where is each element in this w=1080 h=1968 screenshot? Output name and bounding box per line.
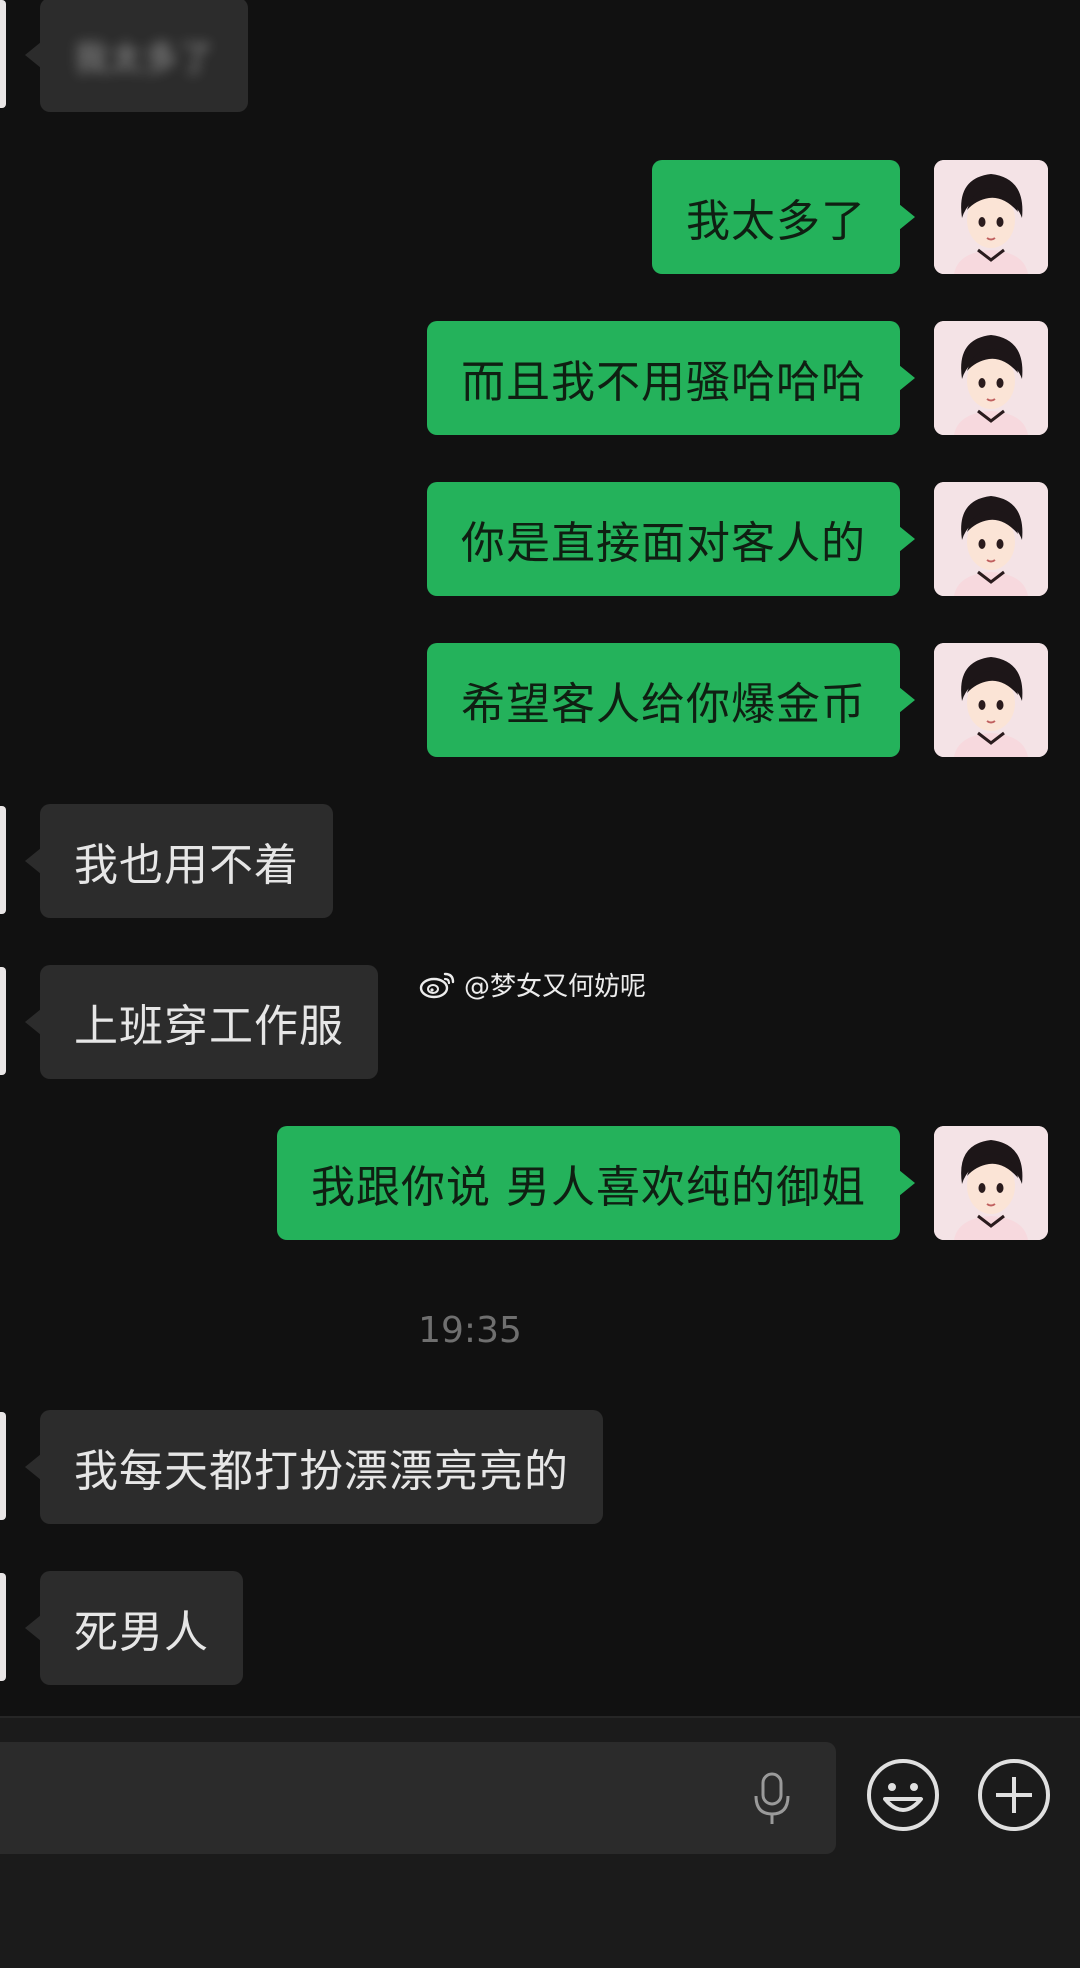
bubble-tail [899, 1170, 915, 1196]
user-avatar[interactable] [934, 321, 1048, 435]
anime-girl-avatar-icon [934, 1126, 1048, 1240]
message-bubble-outgoing[interactable]: 你是直接面对客人的 [427, 482, 915, 596]
contact-avatar[interactable] [0, 1412, 6, 1520]
message-bubble-incoming[interactable]: 上班穿工作服 [25, 965, 378, 1079]
plus-icon[interactable] [976, 1757, 1052, 1833]
message-row: 我太多了 [0, 160, 1080, 274]
message-text: 我每天都打扮漂漂亮亮的 [74, 1446, 569, 1497]
user-avatar[interactable] [934, 160, 1048, 274]
message-text: 希望客人给你爆金币 [461, 679, 866, 730]
message-timestamp: 19:35 [418, 1310, 522, 1351]
weibo-watermark: @梦女又何妨呢 [418, 964, 646, 1004]
message-row: 我跟你说 男人喜欢纯的御姐 [0, 1126, 1080, 1240]
message-row: 你是直接面对客人的 [0, 482, 1080, 596]
watermark-text: @梦女又何妨呢 [464, 971, 647, 1002]
anime-girl-avatar-icon [934, 482, 1048, 596]
message-text: 上班穿工作服 [74, 1001, 344, 1052]
message-bubble-outgoing[interactable]: 而且我不用骚哈哈哈 [427, 321, 915, 435]
bubble-tail [25, 1454, 41, 1480]
message-bubble-outgoing[interactable]: 希望客人给你爆金币 [427, 643, 915, 757]
bubble-tail [25, 1615, 41, 1641]
weibo-logo-icon [419, 972, 455, 999]
message-bubble-incoming[interactable]: 我每天都打扮漂漂亮亮的 [25, 1410, 603, 1524]
contact-avatar[interactable] [0, 967, 6, 1075]
message-bubble-incoming[interactable]: 我也用不着 [25, 804, 333, 918]
microphone-icon[interactable] [750, 1770, 794, 1830]
bubble-tail [25, 848, 41, 874]
message-bubble-outgoing[interactable]: 我太多了 [652, 160, 915, 274]
message-text: 我太多了 [74, 38, 214, 79]
message-row: 我也用不着 [0, 804, 1080, 918]
chat-area[interactable]: 我太多了 我太多了 而且我不用骚哈哈哈 你是直接面对客人的 希望客人给你爆金币 … [0, 0, 1080, 1716]
message-row: 希望客人给你爆金币 [0, 643, 1080, 757]
bubble-tail [899, 687, 915, 713]
bubble-tail [25, 42, 41, 68]
anime-girl-avatar-icon [934, 643, 1048, 757]
bubble-tail [899, 204, 915, 230]
message-bubble-outgoing[interactable]: 我跟你说 男人喜欢纯的御姐 [277, 1126, 915, 1240]
message-text: 我太多了 [686, 196, 866, 247]
message-row: 死男人 [0, 1571, 1080, 1685]
anime-girl-avatar-icon [934, 321, 1048, 435]
user-avatar[interactable] [934, 643, 1048, 757]
message-text: 我也用不着 [74, 840, 299, 891]
contact-avatar[interactable] [0, 0, 6, 108]
message-bubble-incoming[interactable]: 我太多了 [25, 0, 248, 112]
user-avatar[interactable] [934, 1126, 1048, 1240]
message-input[interactable] [0, 1742, 836, 1854]
emoji-icon[interactable] [865, 1757, 941, 1833]
bubble-tail [899, 365, 915, 391]
message-row: 而且我不用骚哈哈哈 [0, 321, 1080, 435]
anime-girl-avatar-icon [934, 160, 1048, 274]
bubble-tail [25, 1009, 41, 1035]
message-text: 而且我不用骚哈哈哈 [461, 357, 866, 408]
message-row: 我每天都打扮漂漂亮亮的 [0, 1410, 1080, 1524]
contact-avatar[interactable] [0, 806, 6, 914]
user-avatar[interactable] [934, 482, 1048, 596]
chat-input-bar [0, 1716, 1080, 1968]
message-text: 你是直接面对客人的 [461, 518, 866, 569]
contact-avatar[interactable] [0, 1573, 6, 1681]
message-row: 我太多了 [0, 0, 1080, 112]
message-text: 死男人 [74, 1607, 209, 1658]
message-bubble-incoming[interactable]: 死男人 [25, 1571, 243, 1685]
message-text: 我跟你说 男人喜欢纯的御姐 [311, 1162, 866, 1213]
bubble-tail [899, 526, 915, 552]
